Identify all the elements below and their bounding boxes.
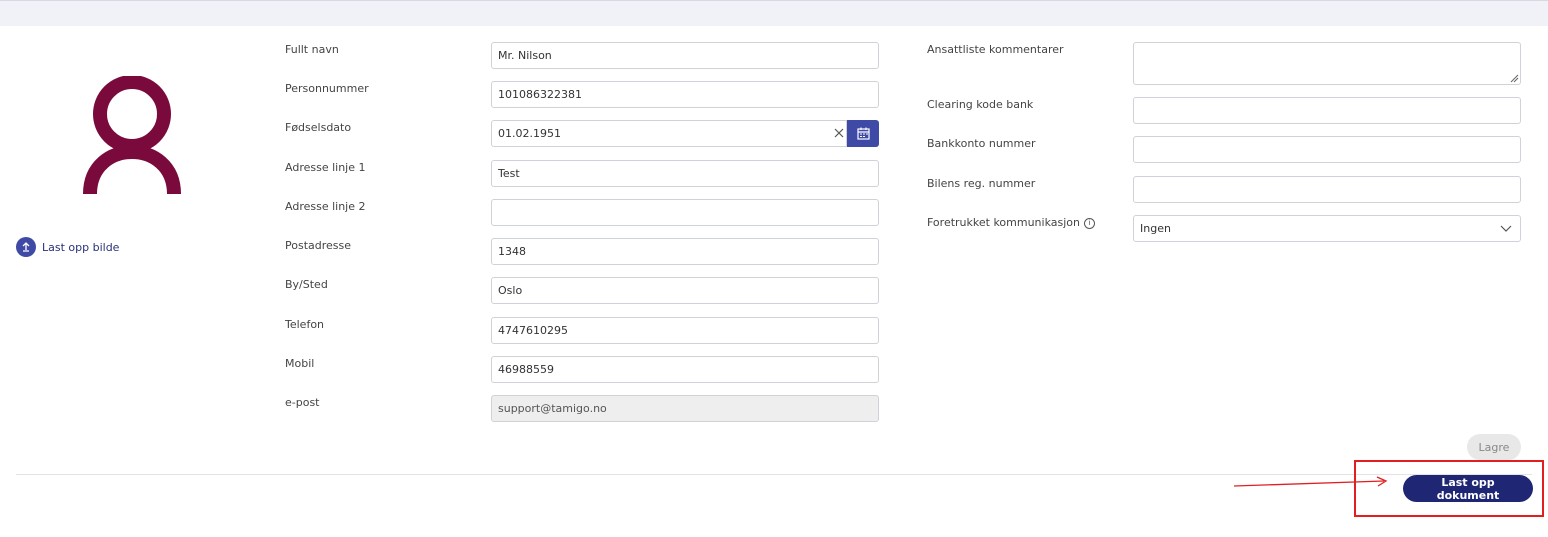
upload-document-button[interactable]: Last opp dokument: [1403, 475, 1533, 502]
upload-photo-button[interactable]: Last opp bilde: [16, 237, 119, 257]
city-input[interactable]: [491, 277, 879, 304]
comments-label: Ansattliste kommentarer: [927, 43, 1064, 56]
mobile-input[interactable]: [491, 356, 879, 383]
calendar-button[interactable]: [847, 120, 879, 147]
upload-icon: [16, 237, 36, 257]
address1-input[interactable]: [491, 160, 879, 187]
birth-date-label: Fødselsdato: [285, 121, 352, 134]
postal-input[interactable]: [491, 238, 879, 265]
annotation-arrow-icon: [1233, 476, 1388, 487]
birth-date-picker: [491, 120, 879, 147]
save-button[interactable]: Lagre: [1467, 434, 1521, 460]
person-number-label: Personnummer: [285, 82, 369, 95]
email-label: e-post: [285, 396, 320, 409]
birth-date-input[interactable]: [491, 120, 847, 147]
clear-icon[interactable]: [832, 126, 846, 140]
communication-selected-value: Ingen: [1140, 222, 1171, 235]
communication-select[interactable]: Ingen: [1133, 215, 1521, 242]
address1-label: Adresse linje 1: [285, 161, 366, 174]
car-reg-label: Bilens reg. nummer: [927, 177, 1036, 190]
calendar-icon: [856, 127, 870, 140]
full-name-input[interactable]: [491, 42, 879, 69]
bank-account-label: Bankkonto nummer: [927, 137, 1036, 150]
chevron-down-icon: [1500, 225, 1512, 232]
city-label: By/Sted: [285, 278, 328, 291]
phone-label: Telefon: [285, 318, 325, 331]
clearing-code-input[interactable]: [1133, 97, 1521, 124]
address2-label: Adresse linje 2: [285, 200, 366, 213]
info-icon[interactable]: i: [1084, 218, 1095, 229]
phone-input[interactable]: [491, 317, 879, 344]
bank-account-input[interactable]: [1133, 136, 1521, 163]
user-avatar-icon: [83, 76, 181, 195]
mobile-label: Mobil: [285, 357, 315, 370]
email-input: [491, 395, 879, 422]
car-reg-input[interactable]: [1133, 176, 1521, 203]
section-divider: [16, 474, 1532, 475]
top-bar: [0, 0, 1548, 26]
clearing-code-label: Clearing kode bank: [927, 98, 1034, 111]
comments-textarea[interactable]: [1133, 42, 1521, 85]
upload-photo-label: Last opp bilde: [42, 240, 120, 254]
person-number-input[interactable]: [491, 81, 879, 108]
postal-label: Postadresse: [285, 239, 352, 252]
address2-input[interactable]: [491, 199, 879, 226]
full-name-label: Fullt navn: [285, 43, 339, 56]
resize-grip-icon[interactable]: [1510, 74, 1519, 83]
communication-label: Foretrukket kommunikasjon i: [927, 216, 1095, 229]
